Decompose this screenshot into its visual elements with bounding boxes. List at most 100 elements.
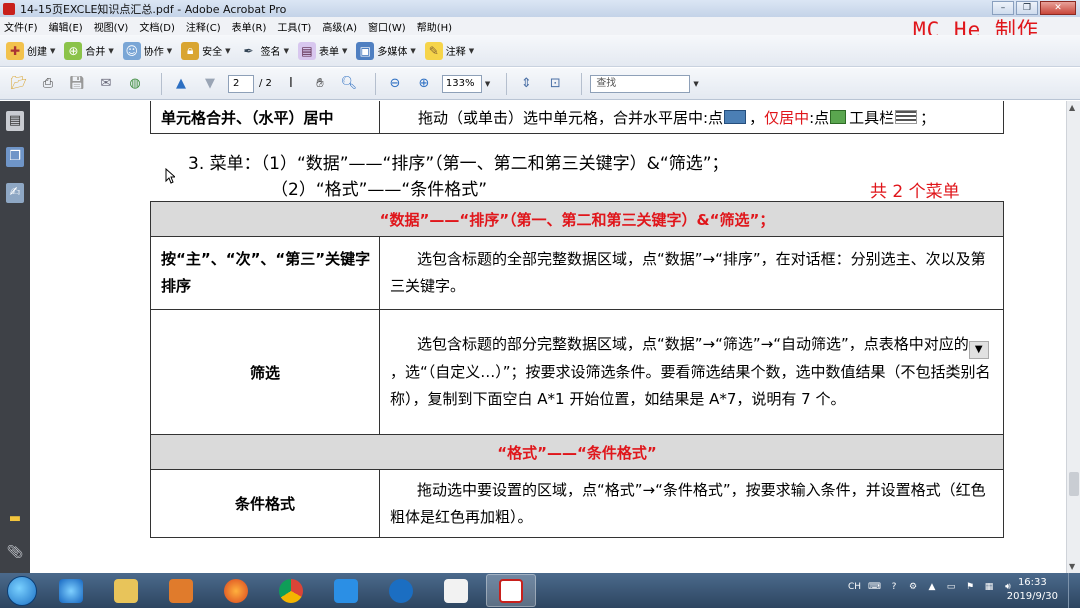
taskbar-clock[interactable]: 16:33 2019/9/30	[1007, 576, 1058, 604]
combine-button[interactable]: ⊕ 合并 ▼	[64, 39, 114, 63]
tray-expand-icon[interactable]: ▲	[926, 582, 938, 592]
next-page-icon[interactable]: ▼	[199, 73, 221, 95]
menu-forms[interactable]: 表单(R)	[232, 19, 267, 34]
paper-plane-icon	[334, 578, 358, 603]
zoom-in-icon[interactable]: ⊕	[413, 73, 435, 95]
hand-tool-icon[interactable]: ✋︎	[309, 73, 331, 95]
comment-button[interactable]: ✎ 注释 ▼	[424, 39, 474, 63]
zoom-dropdown-icon[interactable]: ▼	[485, 80, 490, 88]
menu-comments[interactable]: 注释(C)	[186, 19, 221, 34]
taskbar-chrome[interactable]	[266, 574, 316, 607]
scroll-down-icon[interactable]: ▼	[1069, 562, 1075, 571]
table-row: 单元格合并、（水平）居中 拖动（或单击）选中单元格，合并水平居中:点 ， 仅居中…	[150, 101, 1004, 134]
knowledge-table: “数据”——“排序”（第一、第二和第三关键字）&“筛选”； 按“主”、“次”、“…	[150, 201, 1004, 538]
find-input[interactable]: 查找	[590, 74, 691, 93]
find-dropdown-icon[interactable]: ▼	[693, 80, 698, 88]
attachments-paperclip-icon[interactable]: 📎︎	[6, 543, 24, 563]
create-button[interactable]: ✚ 创建 ▼	[6, 39, 55, 63]
form-icon: ▤	[297, 41, 316, 60]
windows-taskbar: CH ⌨ ? ⚙ ▲ ▭ ⚑ ▦ 🔊︎ 16:33 2019/9/30	[0, 573, 1080, 608]
filter-desc: 选包含标题的部分完整数据区域，点“数据”→“筛选”→“自动筛选”，点表格中对应的…	[379, 309, 1004, 435]
show-desktop-button[interactable]	[1068, 573, 1080, 608]
navigation-toolbar: 📂︎ ⎙ 💾︎ ✉ ◍ ▲ ▼ 2 / 2 Ⅰ ✋︎ 🔍︎ ⊖ ⊕ 133% ▼…	[0, 68, 1080, 100]
input-language[interactable]: CH	[848, 582, 861, 592]
align-center-icon	[895, 110, 918, 124]
clock-time: 16:33	[1017, 577, 1047, 588]
menu-count-note: 共 2 个菜单	[870, 182, 960, 202]
taskbar-firefox[interactable]	[211, 574, 261, 607]
menu-window[interactable]: 窗口(W)	[368, 19, 406, 34]
close-button[interactable]: ✕	[1040, 1, 1076, 15]
action-center-flag-icon[interactable]: ⚑	[964, 582, 976, 592]
taskbar-cloud[interactable]	[431, 574, 481, 607]
forms-button[interactable]: ▤ 表单 ▼	[297, 39, 347, 63]
taskbar-feiyu[interactable]	[321, 574, 371, 607]
signatures-panel-icon[interactable]: ✍	[6, 183, 24, 203]
open-folder-icon[interactable]: 📂︎	[8, 73, 30, 95]
select-text-icon[interactable]: Ⅰ	[280, 73, 302, 95]
mouse-cursor-icon	[165, 168, 175, 184]
minimize-button[interactable]: –	[992, 1, 1014, 15]
fit-page-icon[interactable]: ⊡	[544, 73, 566, 95]
page-number-input[interactable]: 2	[228, 74, 254, 93]
taskbar-media[interactable]	[156, 574, 206, 607]
multimedia-button[interactable]: ▣ 多媒体 ▼	[356, 39, 416, 63]
multimedia-icon: ▣	[356, 41, 375, 60]
scroll-mode-icon[interactable]: ⇕	[515, 73, 537, 95]
menu-file[interactable]: 文件(F)	[4, 19, 38, 34]
sort-keys-desc: 选包含标题的全部完整数据区域，点“数据”→“排序”，在对话框：分别选主、次以及第…	[379, 236, 1004, 310]
conditional-format-label: 条件格式	[150, 469, 380, 538]
taskbar-acrobat[interactable]	[486, 574, 536, 607]
comments-panel-icon[interactable]: ▬	[6, 509, 24, 529]
zoom-out-icon[interactable]: ⊖	[384, 73, 406, 95]
menu-help[interactable]: 帮助(H)	[417, 19, 452, 34]
pen-sign-icon: ✒	[243, 43, 254, 58]
secure-button[interactable]: 🔒︎ 安全 ▼	[181, 39, 231, 63]
collaborate-icon: ☺	[122, 41, 141, 60]
start-button[interactable]	[7, 575, 37, 606]
help-icon[interactable]: ?	[888, 582, 900, 592]
vertical-scrollbar[interactable]: ▲ ▼	[1066, 101, 1080, 573]
scroll-up-icon[interactable]: ▲	[1069, 103, 1075, 112]
taskbar-explorer[interactable]	[101, 574, 151, 607]
table-row: 条件格式 拖动选中要设置的区域，点“格式”→“条件格式”，按要求输入条件，并设置…	[150, 469, 1004, 538]
sign-button[interactable]: ✒ 签名 ▼	[240, 39, 289, 63]
zoom-tool-icon[interactable]: 🔍︎	[338, 73, 360, 95]
print-icon[interactable]: ⎙	[37, 73, 59, 95]
task-toolbar: ✚ 创建 ▼ ⊕ 合并 ▼ ☺ 协作 ▼ 🔒︎ 安全 ▼ ✒ 签名 ▼ ▤ 表单 ▼ ▣ 多…	[0, 35, 1080, 67]
web-share-icon[interactable]: ◍	[124, 73, 146, 95]
pages-panel-icon[interactable]: ▤	[6, 111, 24, 131]
save-icon[interactable]: 💾︎	[66, 73, 88, 95]
menu-edit[interactable]: 编辑(E)	[49, 19, 83, 34]
bookmarks-panel-icon[interactable]: ❐	[6, 147, 24, 167]
window-controls: – ❐ ✕	[992, 1, 1076, 15]
acrobat-icon	[499, 578, 523, 603]
navigation-pane: ▤ ❐ ✍ ▬ 📎︎	[0, 101, 30, 573]
menu-document[interactable]: 文档(D)	[139, 19, 175, 34]
merge-and-center-icon	[724, 110, 747, 124]
email-icon[interactable]: ✉	[95, 73, 117, 95]
section-conditional-format: “格式”——“条件格式”	[150, 434, 1004, 470]
menu-advanced[interactable]: 高级(A)	[322, 19, 357, 34]
table-row: “格式”——“条件格式”	[150, 434, 1004, 470]
keyboard-icon[interactable]: ⌨	[868, 582, 881, 592]
title-bar: 14-15页EXCLE知识点汇总.pdf - Adobe Acrobat Pro…	[0, 0, 1080, 17]
collaborate-button[interactable]: ☺ 协作 ▼	[122, 39, 172, 63]
center-only-text: 仅居中	[764, 108, 810, 127]
device-icon[interactable]: ▭	[945, 582, 957, 592]
window-title: 14-15页EXCLE知识点汇总.pdf - Adobe Acrobat Pro	[20, 2, 287, 16]
scrollbar-thumb[interactable]	[1069, 472, 1079, 496]
menu-view[interactable]: 视图(V)	[94, 19, 129, 34]
internet-explorer-icon	[59, 578, 83, 603]
zoom-level-select[interactable]: 133%	[441, 74, 482, 93]
previous-page-icon[interactable]: ▲	[170, 73, 192, 95]
table-row: 按“主”、“次”、“第三”关键字排序 选包含标题的全部完整数据区域，点“数据”→…	[150, 236, 1004, 310]
restore-button[interactable]: ❐	[1016, 1, 1038, 15]
taskbar-ie[interactable]	[46, 574, 96, 607]
filter-label: 筛选	[150, 309, 380, 435]
firefox-icon	[224, 578, 248, 603]
taskbar-k-app[interactable]	[376, 574, 426, 607]
menu-tools[interactable]: 工具(T)	[277, 19, 311, 34]
network-icon[interactable]: ▦	[983, 582, 995, 592]
ime-settings-icon[interactable]: ⚙	[907, 582, 919, 592]
